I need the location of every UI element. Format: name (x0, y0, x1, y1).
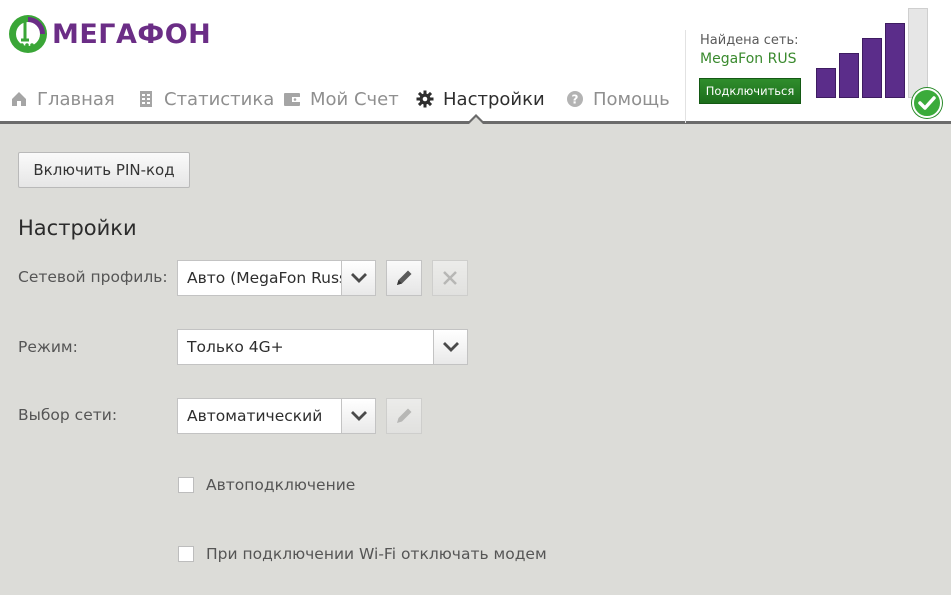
nav-label-settings: Настройки (443, 88, 545, 110)
auto-connect-checkbox-row[interactable]: Автоподключение (178, 476, 355, 494)
chevron-down-icon[interactable] (341, 261, 375, 295)
signal-bar-5 (908, 8, 928, 98)
network-caption: Найдена сеть: (700, 33, 799, 48)
network-select-value: Автоматический (187, 407, 323, 425)
edit-network-button[interactable] (386, 398, 422, 434)
wifi-disable-label: При подключении Wi-Fi отключать модем (206, 545, 547, 563)
check-icon (912, 88, 942, 118)
mode-select-value: Только 4G+ (187, 338, 284, 356)
active-tab-pointer (466, 114, 486, 125)
mode-select[interactable]: Только 4G+ (177, 329, 468, 365)
wifi-disable-checkbox-row[interactable]: При подключении Wi-Fi отключать модем (178, 545, 547, 563)
help-icon: ? (567, 91, 583, 107)
statistics-icon (140, 91, 152, 107)
edit-profile-button[interactable] (386, 260, 422, 296)
signal-bar-2 (839, 53, 859, 98)
nav-label-statistics: Статистика (164, 88, 275, 110)
network-select[interactable]: Автоматический (177, 398, 376, 434)
svg-text:?: ? (572, 93, 579, 107)
auto-connect-checkbox[interactable] (178, 477, 194, 493)
profile-label: Сетевой профиль: (18, 268, 168, 286)
signal-bar-3 (862, 38, 882, 98)
auto-connect-label: Автоподключение (206, 476, 356, 494)
connect-button[interactable]: Подключиться (699, 78, 801, 104)
delete-profile-button[interactable] (432, 260, 468, 296)
megafon-logo-icon (9, 15, 47, 53)
page-title: Настройки (18, 216, 137, 240)
header-divider (685, 30, 686, 123)
chevron-down-icon[interactable] (433, 330, 467, 364)
brand-name: МЕГАФОН (52, 18, 212, 50)
nav-label-help: Помощь (593, 88, 670, 110)
nav-item-home[interactable]: Главная (10, 82, 115, 116)
wifi-disable-checkbox[interactable] (178, 546, 194, 562)
mode-label: Режим: (18, 338, 78, 356)
signal-bar-1 (816, 68, 836, 98)
network-name: MegaFon RUS (700, 51, 797, 67)
chevron-down-icon[interactable] (341, 399, 375, 433)
nav-item-help[interactable]: ? Помощь (566, 82, 670, 116)
nav-item-settings[interactable]: Настройки (416, 82, 545, 116)
app-header: МЕГАФОН Главная Статистика Мой Счет Наст… (0, 0, 951, 124)
profile-select-value: Авто (MegaFon Russ (187, 269, 341, 287)
pencil-icon (397, 270, 412, 285)
nav-label-home: Главная (37, 88, 115, 110)
nav-item-account[interactable]: Мой Счет (283, 82, 399, 116)
profile-select[interactable]: Авто (MegaFon Russ (177, 260, 376, 296)
close-icon (443, 271, 457, 285)
home-icon (12, 92, 26, 106)
nav-label-account: Мой Счет (310, 88, 399, 110)
brand-logo[interactable]: МЕГАФОН (8, 13, 211, 55)
nav-item-statistics[interactable]: Статистика (137, 82, 274, 116)
gear-icon (416, 90, 434, 108)
wallet-icon (284, 93, 300, 106)
enable-pin-button[interactable]: Включить PIN-код (18, 152, 190, 188)
pencil-icon (397, 408, 412, 423)
signal-bar-4 (885, 23, 905, 98)
network-select-label: Выбор сети: (18, 406, 118, 424)
